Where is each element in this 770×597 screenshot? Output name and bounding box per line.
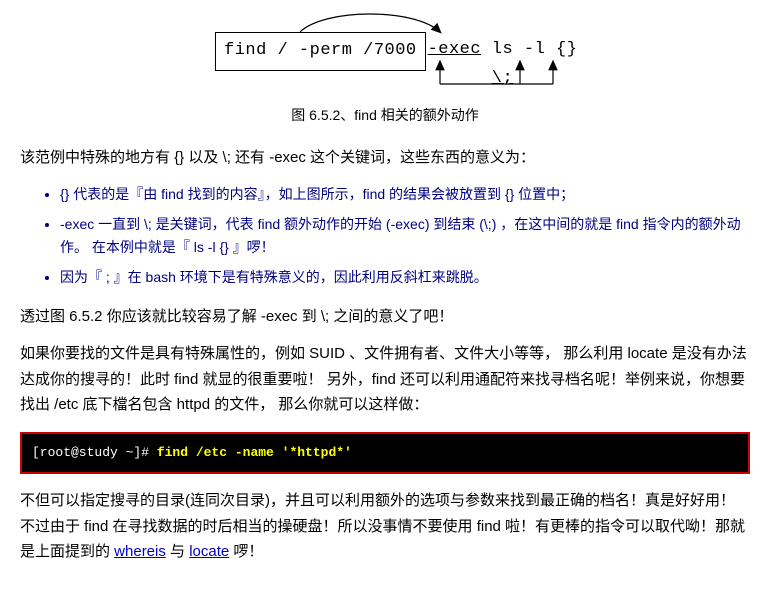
boxed-command: find / -perm /7000: [215, 32, 426, 71]
bullet-list: {} 代表的是『由 find 找到的内容』，如上图所示，find 的结果会被放置…: [20, 183, 750, 290]
paragraph-summary: 透过图 6.5.2 你应该就比较容易了解 -exec 到 \; 之间的意义了吧！: [20, 304, 750, 330]
locate-link[interactable]: locate: [189, 543, 229, 560]
terminal-block: [root@study ~]# find /etc -name '*httpd*…: [20, 432, 750, 474]
list-item: -exec 一直到 \; 是关键词，代表 find 额外动作的开始 (-exec…: [60, 213, 750, 261]
command-tail: -exec ls -l {} \;: [420, 36, 585, 94]
paragraph-closing: 不但可以指定搜寻的目录(连同次目录)，并且可以利用额外的选项与参数来找到最正确的…: [20, 488, 750, 565]
terminal-prompt: [root@study ~]#: [32, 445, 157, 460]
figure-caption: 图 6.5.2、find 相关的额外动作: [20, 104, 750, 128]
list-item: 因为『 ; 』在 bash 环境下是有特殊意义的，因此利用反斜杠来跳脱。: [60, 266, 750, 290]
terminal-command: find /etc -name '*httpd*': [157, 445, 352, 460]
list-item: {} 代表的是『由 find 找到的内容』，如上图所示，find 的结果会被放置…: [60, 183, 750, 207]
command-diagram: find / -perm /7000 -exec ls -l {} \;: [20, 10, 750, 99]
whereis-link[interactable]: whereis: [114, 543, 166, 560]
paragraph-usecase: 如果你要找的文件是具有特殊属性的，例如 SUID 、文件拥有者、文件大小等等， …: [20, 341, 750, 418]
paragraph-intro: 该范例中特殊的地方有 {} 以及 \; 还有 -exec 这个关键词，这些东西的…: [20, 145, 750, 171]
